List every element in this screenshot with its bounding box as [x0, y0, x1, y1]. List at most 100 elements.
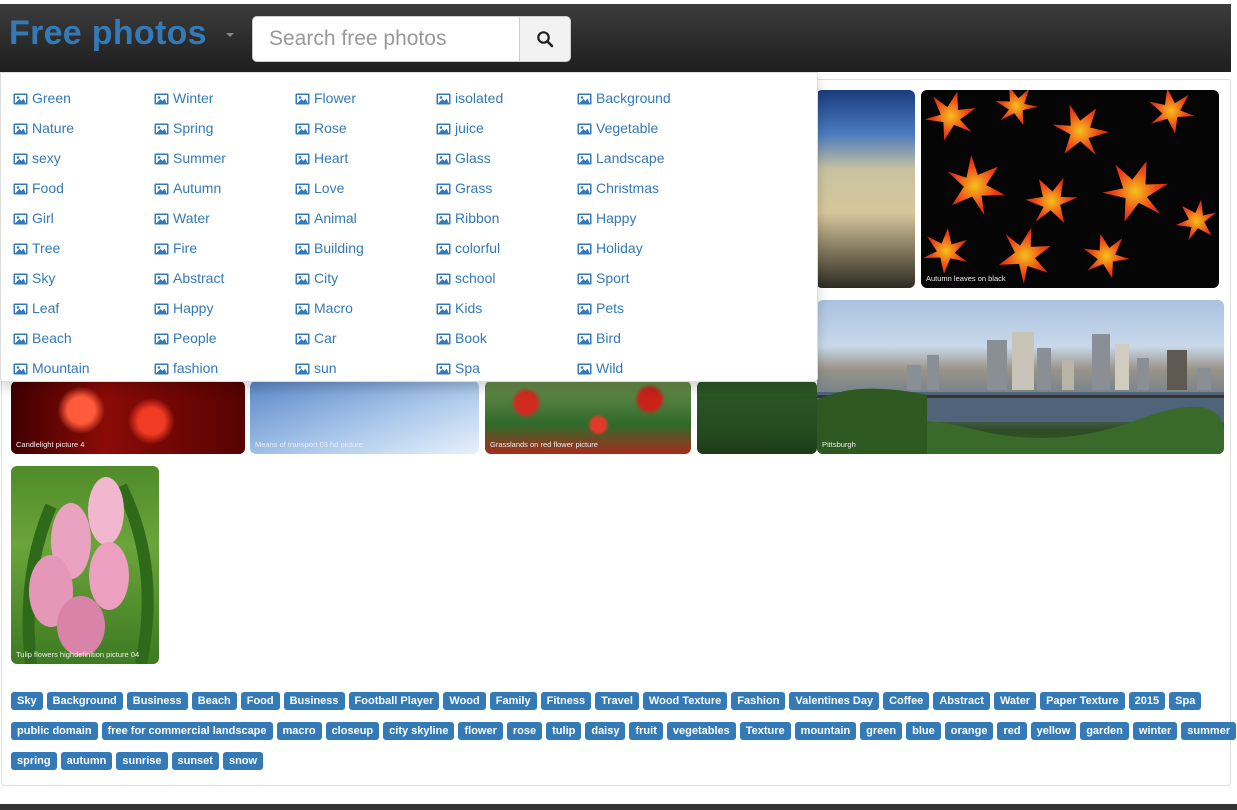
dropdown-item[interactable]: Summer: [154, 143, 294, 173]
tag-link[interactable]: sunset: [171, 752, 219, 770]
dropdown-item[interactable]: Happy: [577, 203, 717, 233]
dropdown-item[interactable]: Grass: [436, 173, 576, 203]
tag-link[interactable]: Family: [489, 692, 537, 710]
dropdown-item[interactable]: sun: [295, 353, 435, 383]
search-button[interactable]: [519, 17, 570, 61]
tag-link[interactable]: Wood Texture: [642, 692, 728, 710]
dropdown-item[interactable]: Abstract: [154, 263, 294, 293]
dropdown-item[interactable]: Vegetable: [577, 113, 717, 143]
tag-link[interactable]: Valentines Day: [789, 692, 880, 710]
tag-link[interactable]: Beach: [191, 692, 237, 710]
tag-link[interactable]: public domain: [11, 722, 98, 740]
tag-link[interactable]: garden: [1080, 722, 1129, 740]
tag-link[interactable]: mountain: [794, 722, 857, 740]
search-input[interactable]: [253, 17, 520, 61]
tag-link[interactable]: Football Player: [348, 692, 440, 710]
dropdown-item[interactable]: Car: [295, 323, 435, 353]
tag-link[interactable]: city skyline: [383, 722, 455, 740]
tag-link[interactable]: Spa: [1169, 692, 1202, 710]
dropdown-item[interactable]: Macro: [295, 293, 435, 323]
dropdown-item[interactable]: Bird: [577, 323, 717, 353]
tag-link[interactable]: Water: [993, 692, 1037, 710]
dropdown-item[interactable]: Autumn: [154, 173, 294, 203]
dropdown-item[interactable]: Kids: [436, 293, 576, 323]
dropdown-item[interactable]: Beach: [13, 323, 153, 353]
tag-link[interactable]: daisy: [585, 722, 626, 740]
tag-link[interactable]: Food: [240, 692, 280, 710]
dropdown-item[interactable]: sexy: [13, 143, 153, 173]
photo-airplane[interactable]: Means of transport 03 hd picture: [250, 381, 479, 454]
dropdown-item[interactable]: Pets: [577, 293, 717, 323]
tag-link[interactable]: Texture: [739, 722, 791, 740]
photo-red-flowers[interactable]: Grasslands on red flower picture: [485, 381, 691, 454]
tag-link[interactable]: Abstract: [933, 692, 990, 710]
tag-link[interactable]: Sky: [11, 692, 43, 710]
tag-link[interactable]: red: [997, 722, 1027, 740]
dropdown-item[interactable]: People: [154, 323, 294, 353]
dropdown-item[interactable]: isolated: [436, 83, 576, 113]
tag-link[interactable]: tulip: [546, 722, 582, 740]
dropdown-item[interactable]: Girl: [13, 203, 153, 233]
dropdown-item[interactable]: Green: [13, 83, 153, 113]
photo-autumn-leaves[interactable]: Autumn leaves on black: [921, 90, 1219, 288]
tag-link[interactable]: fruit: [629, 722, 663, 740]
brand-dropdown-caret-icon[interactable]: [226, 33, 234, 37]
dropdown-item[interactable]: City: [295, 263, 435, 293]
dropdown-item[interactable]: Mountain: [13, 353, 153, 383]
dropdown-item[interactable]: fashion: [154, 353, 294, 383]
dropdown-item[interactable]: Animal: [295, 203, 435, 233]
photo-pittsburgh-lower[interactable]: [697, 381, 817, 454]
site-brand-link[interactable]: Free photos: [9, 14, 207, 53]
dropdown-item[interactable]: Wild: [577, 353, 717, 383]
tag-link[interactable]: flower: [458, 722, 503, 740]
photo-pittsburgh[interactable]: Pittsburgh: [817, 300, 1224, 454]
dropdown-item[interactable]: Sky: [13, 263, 153, 293]
dropdown-item[interactable]: Happy: [154, 293, 294, 323]
tag-link[interactable]: Fashion: [731, 692, 786, 710]
tag-link[interactable]: 2015: [1128, 692, 1166, 710]
dropdown-item[interactable]: Love: [295, 173, 435, 203]
tag-link[interactable]: Paper Texture: [1040, 692, 1125, 710]
tag-link[interactable]: winter: [1132, 722, 1178, 740]
tag-link[interactable]: sunrise: [116, 752, 168, 770]
dropdown-item[interactable]: Winter: [154, 83, 294, 113]
tag-link[interactable]: Travel: [595, 692, 639, 710]
tag-link[interactable]: summer: [1181, 722, 1237, 740]
dropdown-item[interactable]: Glass: [436, 143, 576, 173]
dropdown-item[interactable]: Food: [13, 173, 153, 203]
dropdown-item[interactable]: Water: [154, 203, 294, 233]
dropdown-item[interactable]: juice: [436, 113, 576, 143]
dropdown-item[interactable]: Landscape: [577, 143, 717, 173]
tag-link[interactable]: autumn: [60, 752, 113, 770]
dropdown-item[interactable]: Nature: [13, 113, 153, 143]
dropdown-item[interactable]: Book: [436, 323, 576, 353]
tag-link[interactable]: green: [860, 722, 903, 740]
tag-link[interactable]: spring: [11, 752, 57, 770]
dropdown-item[interactable]: Flower: [295, 83, 435, 113]
dropdown-item[interactable]: colorful: [436, 233, 576, 263]
tag-link[interactable]: Background: [46, 692, 123, 710]
dropdown-item[interactable]: Rose: [295, 113, 435, 143]
tag-link[interactable]: snow: [222, 752, 264, 770]
tag-link[interactable]: Business: [126, 692, 188, 710]
dropdown-item[interactable]: Sport: [577, 263, 717, 293]
tag-link[interactable]: Business: [283, 692, 345, 710]
tag-link[interactable]: macro: [276, 722, 322, 740]
dropdown-item[interactable]: Tree: [13, 233, 153, 263]
dropdown-item[interactable]: Holiday: [577, 233, 717, 263]
photo-candlelight[interactable]: Candlelight picture 4: [11, 381, 245, 454]
dropdown-item[interactable]: Ribbon: [436, 203, 576, 233]
photo-tulips[interactable]: Tulip flowers highdefinition picture 04: [11, 466, 159, 664]
dropdown-item[interactable]: Building: [295, 233, 435, 263]
tag-link[interactable]: yellow: [1030, 722, 1077, 740]
dropdown-item[interactable]: Christmas: [577, 173, 717, 203]
tag-link[interactable]: free for commercial landscape: [101, 722, 273, 740]
dropdown-item[interactable]: Fire: [154, 233, 294, 263]
dropdown-item[interactable]: school: [436, 263, 576, 293]
dropdown-item[interactable]: Background: [577, 83, 717, 113]
tag-link[interactable]: Wood: [443, 692, 486, 710]
photo-bridge[interactable]: [816, 90, 915, 288]
tag-link[interactable]: rose: [506, 722, 543, 740]
dropdown-item[interactable]: Leaf: [13, 293, 153, 323]
tag-link[interactable]: Coffee: [883, 692, 930, 710]
